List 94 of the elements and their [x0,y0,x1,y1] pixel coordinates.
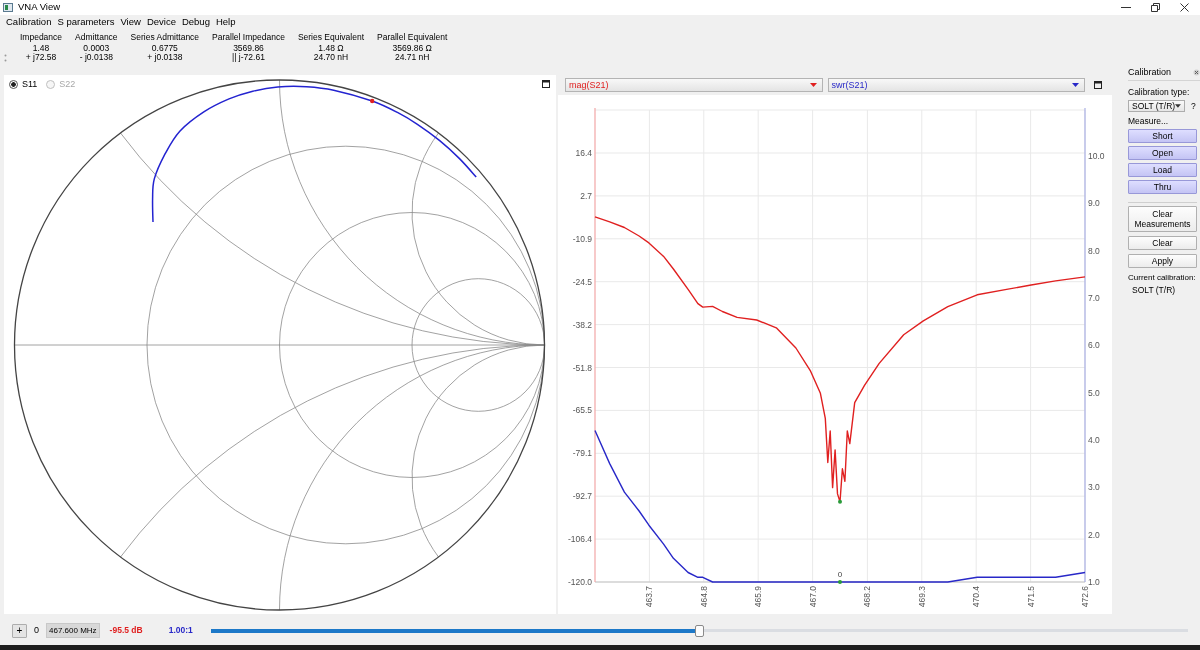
tick-label: -65.5 [572,405,592,416]
action-button[interactable]: Apply [1128,254,1197,268]
tick-label: -51.8 [572,362,592,373]
app-icon [3,3,13,12]
marker-label: 0 [837,570,843,579]
menu-item[interactable]: View [117,17,144,28]
close-icon[interactable] [1193,68,1200,76]
tick-label: 2.0 [1088,529,1100,540]
restore-icon[interactable] [1151,3,1160,12]
radio-label: S22 [59,79,76,90]
column-heading: Parallel Impedance [212,33,285,43]
tick-label: 4.0 [1088,435,1100,445]
menu-item[interactable]: Calibration [3,17,55,28]
calibration-value: SOLT (T/R) [1131,285,1177,295]
frequency-field[interactable]: 467.600 MHz [46,622,100,639]
caret-icon [809,83,817,87]
menu-item[interactable]: Device [143,17,179,28]
field-label: Measure... [1128,116,1170,126]
tick-label: 2.7 [580,190,592,201]
measurement-value: 1.48 Ω [317,43,345,53]
marker-icon [370,98,375,104]
menu-item[interactable]: Debug [178,17,213,28]
tick-label: -24.5 [572,276,592,287]
measurement-value: - j0.0138 [78,53,114,63]
action-button[interactable]: Clear Measurements [1128,206,1197,232]
caret-icon [1072,83,1079,87]
tick-label: -120.0 [567,577,592,587]
measurement-value: 1.48 [31,43,51,53]
magnitude-readout: -95.5 dB [109,625,143,636]
column-heading: Impedance [20,33,63,43]
tick-label: 468.2 [862,586,873,608]
column-heading: Admittance [75,33,118,43]
measurement-value: 24.71 nH [394,53,431,63]
menu-item[interactable]: Help [212,17,239,28]
measurement-value: 3569.86 [232,43,265,53]
measurement-value: 0.6775 [150,43,179,53]
tick-label: -10.9 [572,233,592,244]
radio-button[interactable] [9,80,18,89]
column-heading: Series Admittance [130,33,200,43]
standard-button[interactable]: Open [1128,146,1197,160]
measurement-value: 24.70 nH [312,53,350,63]
tick-label: -106.4 [567,534,592,545]
close-icon[interactable] [1180,3,1189,12]
tick-label: 469.3 [916,586,927,608]
measurement-value: 0.0003 [82,43,111,53]
help-text: ? [1191,101,1196,111]
tick-label: 6.0 [1088,340,1100,351]
tick-label: 7.0 [1088,292,1100,303]
tick-label: 9.0 [1088,198,1100,209]
measurement-value: 3569.86 Ω [391,43,433,53]
column-heading: Parallel Equivalent [377,33,448,43]
field-label: Current calibration: [1128,273,1197,283]
tick-label: -92.7 [572,491,592,502]
measurement-value: + j72.58 [24,53,58,63]
series-dropdown[interactable]: mag(S21) [565,78,823,92]
standard-button[interactable]: Thru [1128,180,1197,194]
tick-label: 470.4 [971,586,982,608]
tick-label: 464.8 [698,586,709,608]
menu-item[interactable]: S parameters [54,17,118,28]
tick-label: -38.2 [572,319,592,330]
tick-label: 463.7 [644,586,655,608]
marker-index: 0 [34,625,39,636]
column-heading: Series Equivalent [297,33,365,43]
window-title: VNA View [18,2,61,13]
tick-label: 465.9 [753,586,764,608]
tick-label: 1.0 [1088,577,1100,587]
marker-icon [838,580,842,584]
panel-title: Calibration [1128,67,1172,77]
series-dropdown[interactable]: swr(S21) [827,78,1085,92]
field-label: Calibration type: [1128,87,1191,97]
tick-label: 472.6 [1080,586,1090,608]
tick-label: 10.0 [1088,150,1105,161]
standard-button[interactable]: Load [1128,163,1197,177]
calibration-type-dropdown[interactable]: SOLT (T/R) [1128,100,1185,112]
tick-label: 8.0 [1088,245,1100,256]
tick-label: -79.1 [572,448,592,459]
measurement-value: + j0.0138 [146,53,184,63]
tick-label: 3.0 [1088,482,1100,493]
action-button[interactable]: Clear [1128,236,1197,250]
tick-label: 471.5 [1025,586,1036,608]
measurement-value: || j-72.61 [231,53,266,63]
tick-label: 16.4 [575,148,592,158]
tick-label: 5.0 [1088,387,1100,398]
swr-readout: 1.00:1 [168,625,193,636]
add-marker-button[interactable]: + [12,623,27,638]
slider-handle[interactable] [695,624,705,637]
grip-icon[interactable] [4,54,7,62]
radio-label[interactable]: S11 [22,79,38,90]
tick-label: 467.0 [807,586,818,608]
maximize-icon[interactable] [1094,81,1102,89]
maximize-icon[interactable] [542,80,550,88]
caret-icon [1175,104,1181,108]
marker-icon [838,499,842,504]
standard-button[interactable]: Short [1128,129,1197,143]
